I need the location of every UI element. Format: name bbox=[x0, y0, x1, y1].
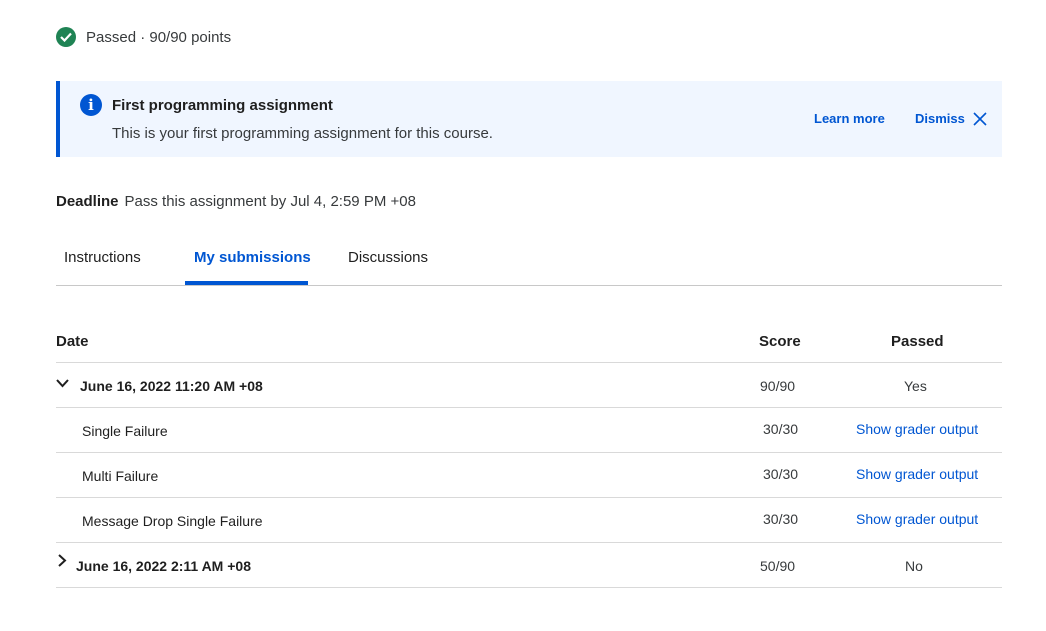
banner-title: First programming assignment bbox=[112, 97, 333, 114]
column-header-score: Score bbox=[759, 333, 801, 350]
submission-row[interactable]: June 16, 2022 11:20 AM +08 90/90 Yes bbox=[56, 362, 1002, 407]
tab-discussions[interactable]: Discussions bbox=[348, 249, 428, 266]
submission-passed: Yes bbox=[904, 378, 927, 394]
banner-description: This is your first programming assignmen… bbox=[112, 125, 493, 142]
active-tab-indicator bbox=[185, 281, 308, 285]
chevron-down-icon[interactable] bbox=[56, 375, 69, 391]
dismiss-label: Dismiss bbox=[915, 111, 965, 126]
show-grader-output-link[interactable]: Show grader output bbox=[856, 511, 978, 527]
deadline-text: Pass this assignment by Jul 4, 2:59 PM +… bbox=[124, 193, 416, 210]
part-row: Message Drop Single Failure 30/30 Show g… bbox=[56, 497, 1002, 542]
tab-my-submissions[interactable]: My submissions bbox=[194, 249, 311, 266]
learn-more-link[interactable]: Learn more bbox=[814, 111, 885, 126]
submission-score: 50/90 bbox=[760, 558, 796, 574]
status-text: Passed · 90/90 points bbox=[86, 28, 232, 46]
column-header-date: Date bbox=[56, 333, 89, 350]
submission-passed: No bbox=[905, 558, 923, 574]
part-score: 30/30 bbox=[763, 466, 799, 482]
part-score: 30/30 bbox=[763, 511, 799, 527]
submission-date: June 16, 2022 11:20 AM +08 bbox=[80, 378, 263, 394]
submission-score: 90/90 bbox=[760, 378, 796, 394]
part-name: Multi Failure bbox=[82, 468, 159, 484]
column-header-passed: Passed bbox=[891, 333, 944, 350]
tab-instructions[interactable]: Instructions bbox=[64, 249, 141, 266]
dismiss-button[interactable]: Dismiss bbox=[915, 111, 987, 126]
assignment-status: Passed · 90/90 points bbox=[56, 27, 231, 47]
info-banner: i First programming assignment This is y… bbox=[56, 81, 1002, 157]
show-grader-output-link[interactable]: Show grader output bbox=[856, 466, 978, 482]
close-icon bbox=[973, 111, 987, 126]
info-icon: i bbox=[80, 94, 102, 116]
deadline: Deadline Pass this assignment by Jul 4, 2… bbox=[56, 193, 416, 210]
part-name: Message Drop Single Failure bbox=[82, 513, 263, 529]
part-name: Single Failure bbox=[82, 423, 168, 439]
show-grader-output-link[interactable]: Show grader output bbox=[856, 421, 978, 437]
check-circle-icon bbox=[56, 27, 76, 47]
submission-row[interactable]: June 16, 2022 2:11 AM +08 50/90 No bbox=[56, 542, 1002, 588]
submission-date: June 16, 2022 2:11 AM +08 bbox=[76, 558, 251, 574]
part-score: 30/30 bbox=[763, 421, 799, 437]
deadline-label: Deadline bbox=[56, 193, 119, 210]
part-row: Multi Failure 30/30 Show grader output bbox=[56, 452, 1002, 497]
chevron-right-icon[interactable] bbox=[58, 554, 67, 570]
tab-bar: Instructions My submissions Discussions bbox=[56, 240, 1002, 286]
part-row: Single Failure 30/30 Show grader output bbox=[56, 407, 1002, 452]
